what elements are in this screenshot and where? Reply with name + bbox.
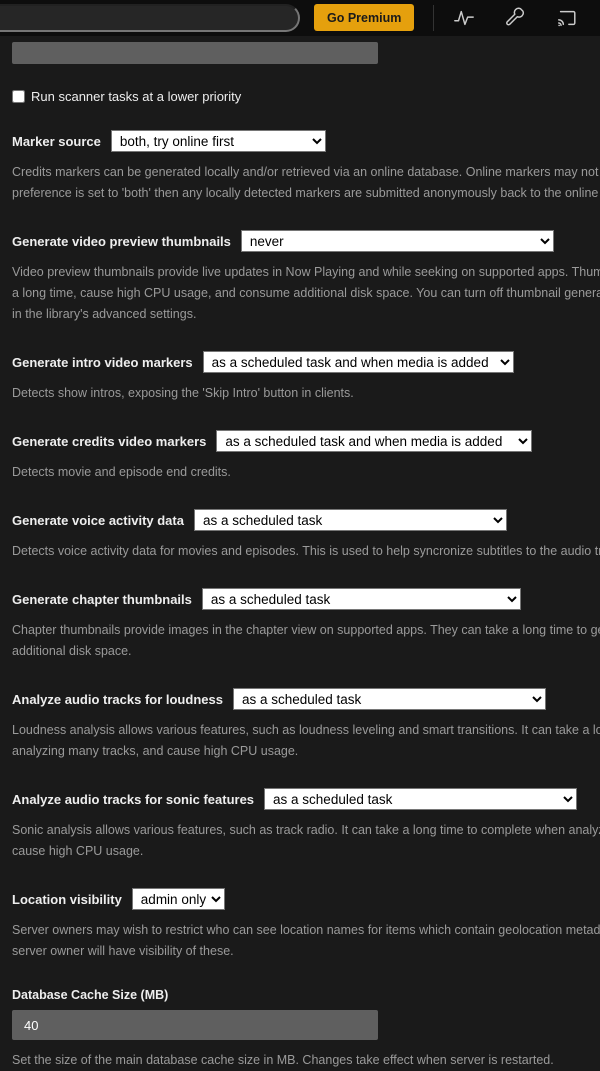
credits-markers-label: Generate credits video markers	[12, 433, 207, 449]
scanner-priority-row[interactable]: Run scanner tasks at a lower priority	[12, 89, 600, 104]
chapter-thumbnails-label: Generate chapter thumbnails	[12, 591, 192, 607]
chapter-thumbnails-select[interactable]: as a scheduled task	[201, 588, 521, 610]
sonic-analysis-select[interactable]: as a scheduled task	[264, 788, 578, 810]
partial-text-input-above[interactable]	[12, 42, 378, 64]
settings-content: Run scanner tasks at a lower priority Ma…	[0, 36, 600, 1071]
loudness-analysis-row: Analyze audio tracks for loudness as a s…	[12, 688, 600, 710]
intro-markers-row: Generate intro video markers as a schedu…	[12, 351, 600, 373]
video-preview-thumbnails-description: Video preview thumbnails provide live up…	[12, 265, 600, 321]
marker-source-label: Marker source	[12, 133, 101, 149]
location-visibility-row: Location visibility admin only	[12, 888, 600, 910]
credits-markers-row: Generate credits video markers as a sche…	[12, 430, 600, 452]
marker-source-description: Credits markers can be generated locally…	[12, 165, 599, 200]
marker-source-select[interactable]: both, try online first	[110, 130, 326, 152]
credits-markers-description: Detects movie and episode end credits.	[12, 465, 231, 479]
sonic-analysis-description: Sonic analysis allows various features, …	[12, 823, 600, 858]
loudness-analysis-label: Analyze audio tracks for loudness	[12, 691, 223, 707]
scanner-priority-checkbox[interactable]	[12, 90, 25, 103]
location-visibility-select[interactable]: admin only	[131, 888, 225, 910]
cast-icon[interactable]	[556, 7, 578, 29]
intro-markers-label: Generate intro video markers	[12, 354, 193, 370]
credits-markers-select[interactable]: as a scheduled task and when media is ad…	[216, 430, 533, 452]
search-input[interactable]	[0, 4, 300, 32]
header-divider	[433, 5, 434, 31]
intro-markers-description: Detects show intros, exposing the 'Skip …	[12, 386, 354, 400]
loudness-analysis-description: Loudness analysis allows various feature…	[12, 723, 600, 758]
chapter-thumbnails-row: Generate chapter thumbnails as a schedul…	[12, 588, 600, 610]
voice-activity-label: Generate voice activity data	[12, 512, 184, 528]
video-preview-thumbnails-label: Generate video preview thumbnails	[12, 233, 231, 249]
database-cache-size-input[interactable]	[12, 1010, 378, 1040]
scanner-priority-label: Run scanner tasks at a lower priority	[31, 89, 242, 104]
video-preview-thumbnails-select[interactable]: never	[240, 230, 554, 252]
intro-markers-select[interactable]: as a scheduled task and when media is ad…	[202, 351, 514, 373]
wrench-icon[interactable]	[505, 7, 527, 29]
location-visibility-description: Server owners may wish to restrict who c…	[12, 923, 600, 958]
activity-icon[interactable]	[453, 7, 475, 29]
location-visibility-label: Location visibility	[12, 891, 122, 907]
go-premium-button[interactable]: Go Premium	[314, 4, 415, 31]
sonic-analysis-row: Analyze audio tracks for sonic features …	[12, 788, 600, 810]
voice-activity-description: Detects voice activity data for movies a…	[12, 544, 600, 558]
top-header-bar: Go Premium	[0, 0, 600, 36]
voice-activity-row: Generate voice activity data as a schedu…	[12, 509, 600, 531]
marker-source-row: Marker source both, try online first	[12, 130, 600, 152]
video-preview-thumbnails-row: Generate video preview thumbnails never	[12, 230, 600, 252]
chapter-thumbnails-description: Chapter thumbnails provide images in the…	[12, 623, 600, 658]
voice-activity-select[interactable]: as a scheduled task	[193, 509, 507, 531]
loudness-analysis-select[interactable]: as a scheduled task	[232, 688, 546, 710]
sonic-analysis-label: Analyze audio tracks for sonic features	[12, 791, 255, 807]
database-cache-size-label: Database Cache Size (MB)	[12, 988, 169, 1002]
database-cache-size-description: Set the size of the main database cache …	[12, 1053, 554, 1067]
